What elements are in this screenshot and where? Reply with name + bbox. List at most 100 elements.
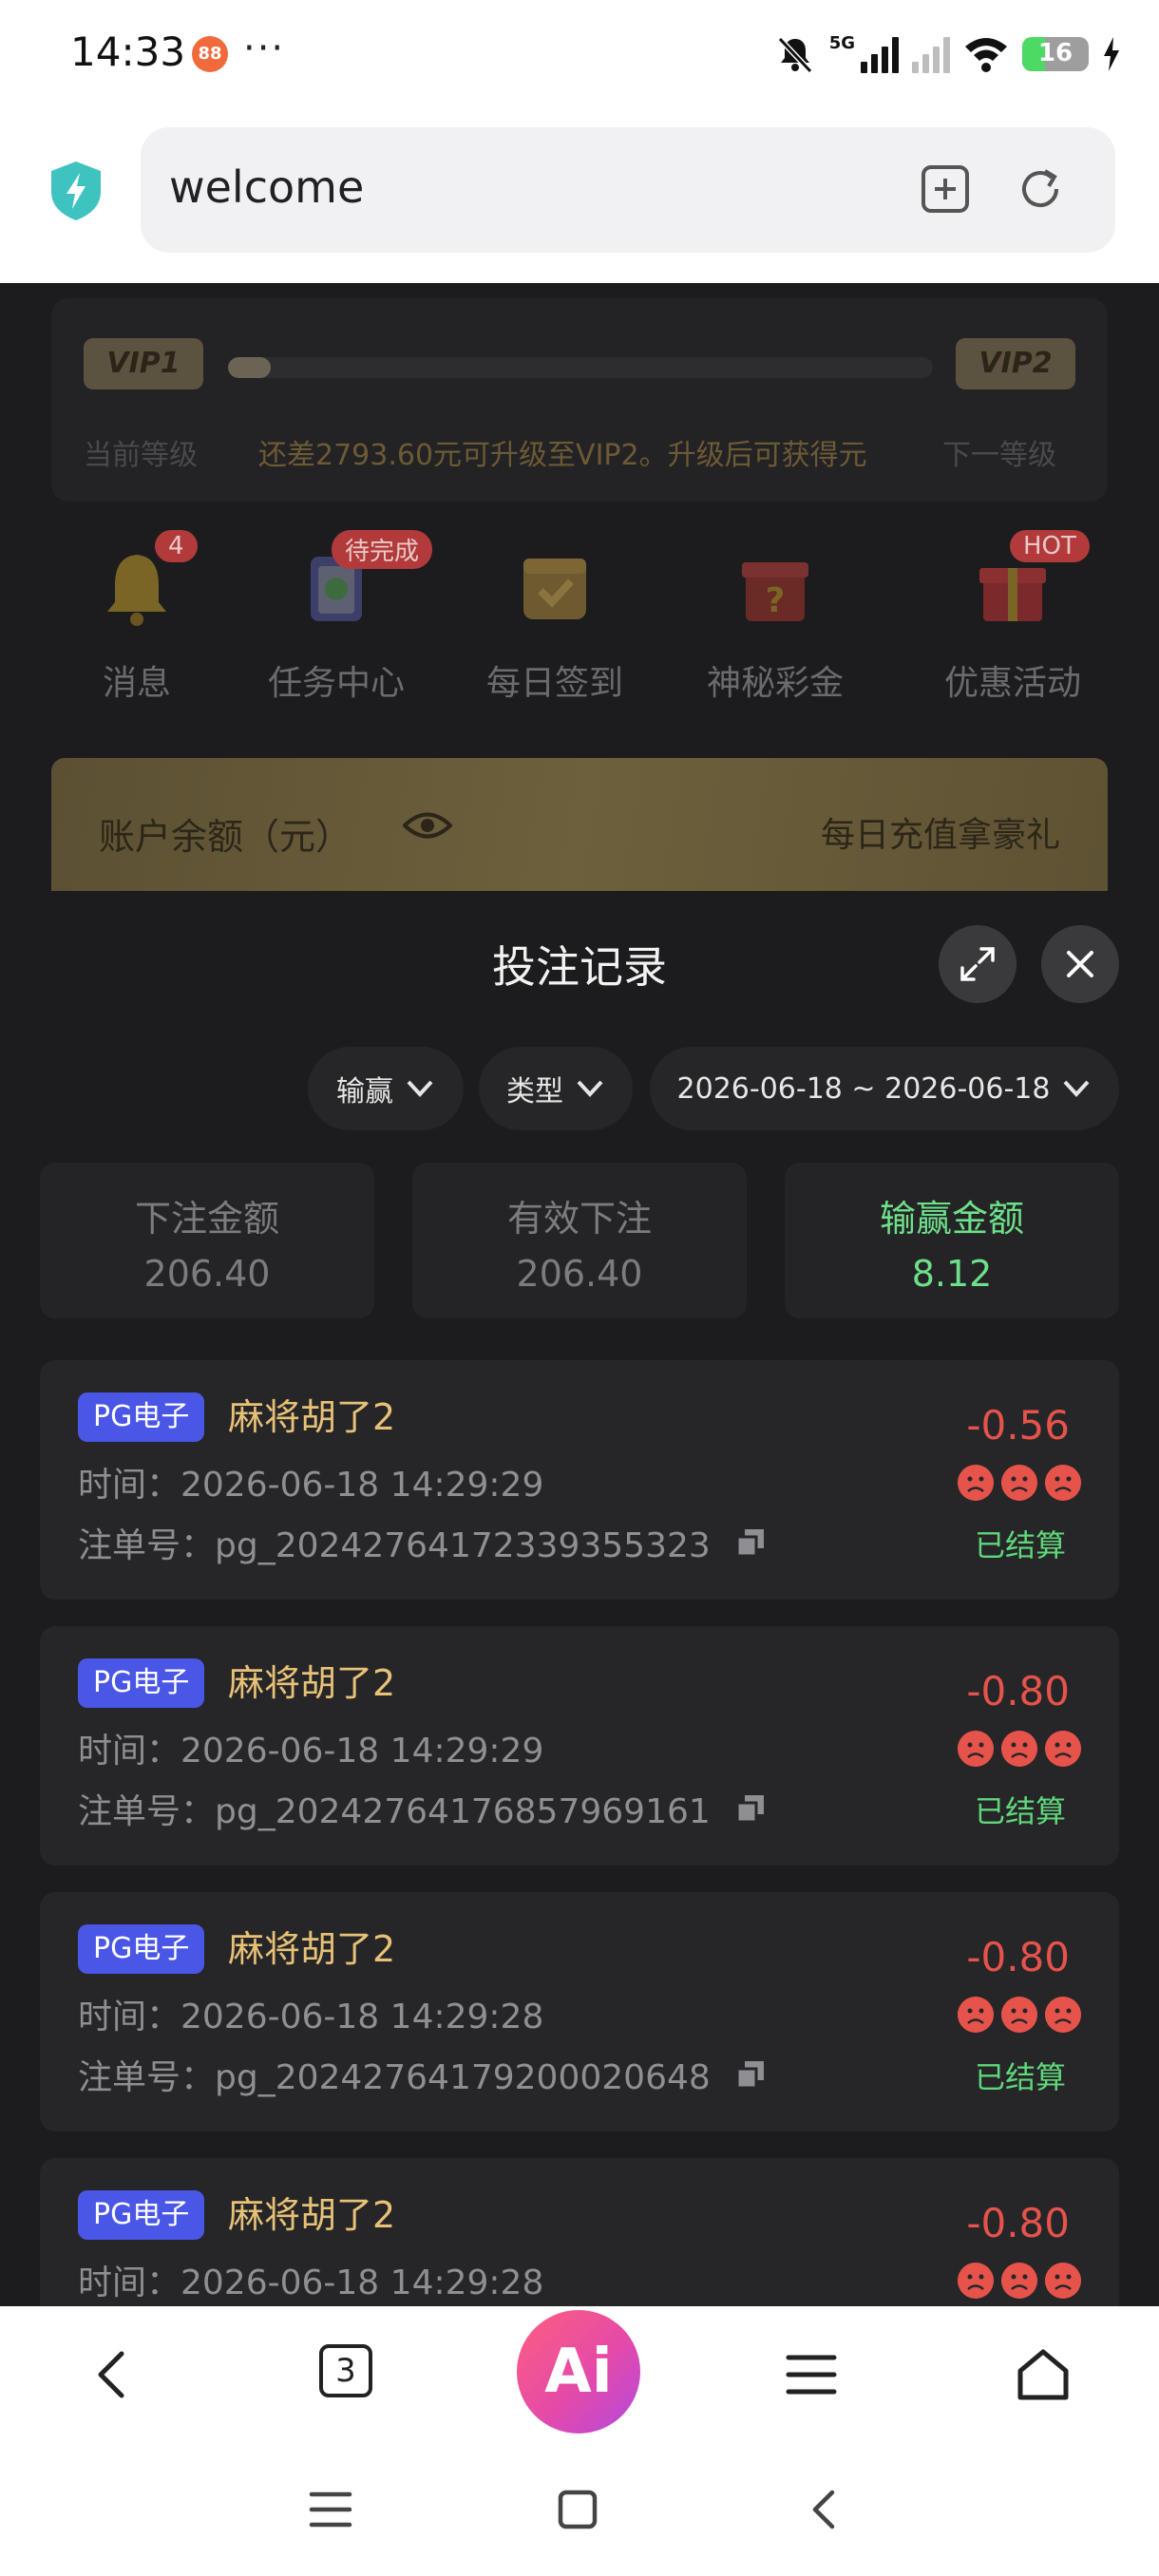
stat-label: 有效下注 (506, 1198, 652, 1240)
sad-face-icon (1001, 1997, 1037, 2033)
vip-progress-fill (228, 357, 271, 378)
bet-record[interactable]: PG电子 麻将胡了2 时间：2026-06-18 14:29:28 -0.80 (40, 2158, 1119, 2306)
battery-percent: 16 (1037, 39, 1074, 67)
shield-bolt-icon[interactable] (48, 160, 104, 222)
add-to-page-icon[interactable] (918, 161, 973, 217)
clipboard-icon: 待完成 (294, 530, 433, 629)
vip-progress-bar (228, 357, 933, 378)
stat-value: 206.40 (516, 1253, 643, 1295)
bet-record[interactable]: PG电子 麻将胡了2 时间：2026-06-18 14:29:29 注单号：pg… (40, 1360, 1119, 1600)
quick-item-label: 任务中心 (267, 664, 405, 703)
menu-icon[interactable] (781, 2344, 842, 2405)
quick-item-label: 消息 (102, 664, 171, 703)
address-bar[interactable]: welcome (141, 127, 1115, 253)
sad-face-icon (1001, 1731, 1037, 1767)
vip-current-badge: VIP1 (84, 338, 203, 389)
eye-icon[interactable] (403, 809, 452, 842)
sad-face-icon (1001, 1465, 1037, 1501)
provider-tag: PG电子 (78, 2190, 205, 2240)
clock: 14:33 (70, 28, 186, 75)
daily-recharge-promo[interactable]: 每日充值拿豪礼 (821, 807, 1060, 857)
chevron-down-icon (577, 1080, 603, 1097)
battery-indicator: 16 (1022, 37, 1089, 71)
order-row: 注单号：pg_20242764179200020648 (78, 2050, 768, 2099)
stat-label: 下注金额 (134, 1198, 279, 1240)
winloss-amount: -0.80 (966, 2200, 1070, 2246)
vip-upgrade-text: 还差2793.60元可升级至VIP2。升级后可获得元 (258, 439, 867, 472)
sad-faces (958, 1997, 1081, 2033)
sad-face-icon (958, 2263, 994, 2299)
copy-icon[interactable] (733, 1525, 768, 1560)
sad-face-icon (1045, 1465, 1081, 1501)
game-name: 麻将胡了2 (228, 1396, 396, 1438)
type-filter[interactable]: 类型 (479, 1047, 633, 1130)
copy-icon[interactable] (733, 1791, 768, 1826)
quick-item-messages[interactable]: 4 消息 (51, 521, 222, 705)
signal-icon (861, 35, 899, 73)
close-icon (1067, 951, 1093, 977)
date-range-filter[interactable]: 2026-06-18 ~ 2026-06-18 (650, 1047, 1119, 1130)
close-button[interactable] (1041, 925, 1119, 1003)
calendar-check-icon (512, 543, 598, 629)
expand-icon (960, 947, 995, 981)
winloss-filter[interactable]: 输赢 (308, 1047, 464, 1130)
order-number: 注单号：pg_2024276417233935532​3 (78, 1526, 711, 1565)
winloss-amount: -0.80 (966, 1668, 1070, 1714)
quick-item-promotions[interactable]: HOT 优惠活动 (927, 521, 1098, 705)
date-range-label: 2026-06-18 ~ 2026-06-18 (676, 1071, 1051, 1106)
game-name: 麻将胡了2 (228, 1662, 396, 1704)
sad-faces (958, 1465, 1081, 1501)
url-text[interactable]: welcome (169, 161, 364, 213)
chevron-down-icon (1063, 1080, 1090, 1097)
settled-status: 已结算 (974, 1793, 1066, 1829)
back-icon[interactable] (84, 2344, 144, 2405)
reload-icon[interactable] (1013, 161, 1068, 217)
vip-card: VIP1 VIP2 当前等级 还差2793.60元可升级至VIP2。升级后可获得… (51, 298, 1108, 502)
signal-sim2-icon (912, 35, 950, 73)
quick-item-label: 优惠活动 (943, 664, 1081, 703)
status-bar: 14:33 88 ··· 5G 16 (0, 0, 1159, 112)
system-back-icon[interactable] (800, 2485, 849, 2534)
stat-valid-bet: 有效下注 206.40 (412, 1163, 747, 1318)
filter-label: 输赢 (336, 1075, 393, 1108)
bell-icon: 4 (94, 530, 198, 629)
quick-item-checkin[interactable]: 每日签到 (469, 521, 640, 705)
stat-bet-amount: 下注金额 206.40 (40, 1163, 374, 1318)
home-icon[interactable] (1013, 2344, 1074, 2405)
expand-button[interactable] (939, 925, 1016, 1003)
game-name: 麻将胡了2 (228, 2194, 396, 2236)
vip-next-badge: VIP2 (956, 338, 1075, 389)
sad-face-icon (1001, 2263, 1037, 2299)
bet-record[interactable]: PG电子 麻将胡了2 时间：2026-06-18 14:29:29 注单号：pg… (40, 1626, 1119, 1866)
copy-icon[interactable] (733, 2057, 768, 2092)
bet-record[interactable]: PG电子 麻将胡了2 时间：2026-06-18 14:29:28 注单号：pg… (40, 1892, 1119, 2131)
stat-value: 8.12 (911, 1253, 993, 1295)
order-number: 注单号：pg_20242764179200020648 (78, 2058, 711, 2097)
provider-tag: PG电子 (78, 1924, 205, 1974)
status-icons: 5G 16 (774, 30, 1121, 78)
sad-faces (958, 1731, 1081, 1767)
sad-face-icon (958, 1465, 994, 1501)
ai-assistant-button[interactable]: Ai (517, 2310, 640, 2434)
home-square-icon[interactable] (553, 2485, 602, 2534)
recent-apps-icon[interactable] (306, 2485, 355, 2534)
provider-tag: PG电子 (78, 1392, 205, 1442)
quick-item-label: 每日签到 (485, 664, 623, 703)
mute-bell-icon (777, 36, 812, 74)
charging-bolt-icon (1104, 37, 1119, 71)
provider-tag: PG电子 (78, 1658, 205, 1708)
sad-faces (958, 2263, 1081, 2299)
quick-item-tasks[interactable]: 待完成 任务中心 (251, 521, 433, 705)
stat-winloss: 输赢金额 8.12 (785, 1163, 1119, 1318)
stat-value: 206.40 (143, 1253, 271, 1295)
balance-label: 账户余额（元） (99, 816, 352, 858)
quick-item-mystery[interactable]: ? 神秘彩金 (690, 521, 861, 705)
tabs-button[interactable]: 3 (319, 2344, 380, 2405)
bet-time: 时间：2026-06-18 14:29:28 (78, 1998, 544, 2036)
background-page: VIP1 VIP2 当前等级 还差2793.60元可升级至VIP2。升级后可获得… (0, 283, 1159, 891)
sad-face-icon (958, 1997, 994, 2033)
tasks-badge: 待完成 (332, 530, 433, 569)
gift-icon: HOT (970, 530, 1090, 629)
filter-label: 类型 (506, 1075, 563, 1108)
game-name: 麻将胡了2 (228, 1928, 396, 1970)
